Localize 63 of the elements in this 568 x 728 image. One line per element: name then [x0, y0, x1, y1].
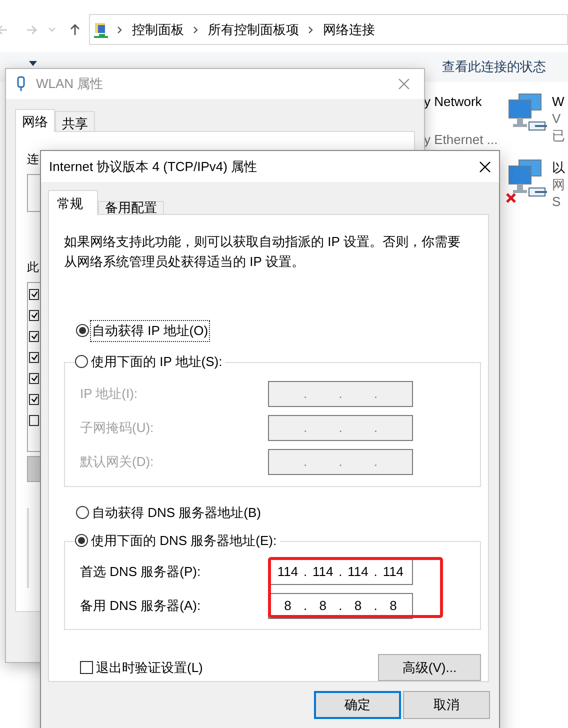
checkbox[interactable] [80, 661, 93, 674]
caret-icon [29, 60, 37, 66]
address-bar[interactable]: 控制面板 所有控制面板项 网络连接 [89, 14, 568, 45]
check-icon [30, 291, 38, 298]
check-icon [30, 396, 38, 403]
checkbox[interactable] [29, 394, 39, 405]
check-icon [30, 333, 38, 340]
breadcrumb-item[interactable]: 所有控制面板项 [208, 20, 299, 40]
chevron-right-icon [308, 26, 314, 34]
checkbox[interactable] [29, 310, 39, 321]
radio-label[interactable]: 使用下面的 DNS 服务器地址(E): [90, 531, 278, 550]
connection-text: 网 [552, 176, 565, 193]
ip-address-field[interactable]: 114 . 114 . 114 . 114 [268, 559, 413, 585]
section-label: 此 [27, 259, 39, 276]
window-title: WLAN 属性 [36, 75, 104, 94]
checkbox[interactable] [29, 331, 39, 342]
connection-text: S [552, 193, 562, 210]
breadcrumb-item[interactable]: 网络连接 [323, 20, 375, 40]
close-icon [479, 160, 491, 172]
connection-text: W [552, 93, 565, 110]
tab[interactable]: 常规 [48, 190, 98, 215]
advanced-button[interactable]: 高级(V)... [378, 654, 481, 681]
control-panel-icon [94, 22, 108, 38]
field-label: 默认网关(D): [79, 452, 155, 471]
field-label: IP 地址(I): [79, 384, 139, 403]
checkbox[interactable] [29, 373, 39, 384]
window-title: Internet 协议版本 4 (TCP/IPv4) 属性 [49, 158, 258, 176]
breadcrumb-item[interactable]: 控制面板 [132, 20, 184, 40]
connection-text: 以 [552, 159, 565, 176]
checkbox-label[interactable]: 退出时验证设置(L) [96, 658, 203, 678]
checkbox[interactable] [29, 352, 39, 363]
chevron-down-icon [48, 26, 56, 32]
radio-button[interactable] [75, 534, 88, 548]
chevron-right-icon [117, 26, 123, 34]
radio-label[interactable]: 自动获得 DNS 服务器地址(B) [91, 502, 262, 522]
radio-button[interactable] [75, 354, 88, 368]
connection-text: V [552, 110, 562, 127]
checkbox[interactable] [29, 289, 39, 300]
checkbox[interactable] [29, 415, 39, 426]
chevron-right-icon [193, 26, 199, 34]
radio-label[interactable]: 自动获得 IP 地址(O) [91, 321, 210, 340]
field-label: 备用 DNS 服务器(A): [79, 597, 202, 616]
section-label: 连 [27, 151, 39, 168]
network-adapter-icon [16, 76, 26, 92]
check-icon [30, 312, 38, 319]
up-arrow-icon [69, 23, 81, 36]
field-label: 子网掩码(U): [79, 418, 155, 437]
radio-button[interactable] [76, 506, 89, 519]
check-icon [30, 354, 38, 361]
tab[interactable]: 备用配置 [98, 201, 164, 214]
toolbar-button[interactable]: 查看此连接的状态 [442, 57, 546, 77]
check-icon [30, 375, 38, 382]
connection-text: 已 [552, 127, 565, 144]
cancel-button[interactable]: 取消 [403, 691, 490, 719]
forward-arrow-icon [26, 24, 38, 36]
tab[interactable]: 网络 [15, 109, 55, 132]
radio-label[interactable]: 使用下面的 IP 地址(S): [90, 352, 224, 371]
close-icon [398, 78, 410, 90]
radio-button[interactable] [76, 324, 89, 338]
description-text: 如果网络支持此功能，则可以获取自动指派的 IP 设置。否则，你需要从网络系统管理员处获得适当的 IP 设置。 [64, 233, 462, 271]
tab[interactable]: 共享 [55, 111, 95, 131]
ok-button[interactable]: 确定 [314, 691, 401, 719]
field-label: 首选 DNS 服务器(P): [79, 563, 202, 582]
